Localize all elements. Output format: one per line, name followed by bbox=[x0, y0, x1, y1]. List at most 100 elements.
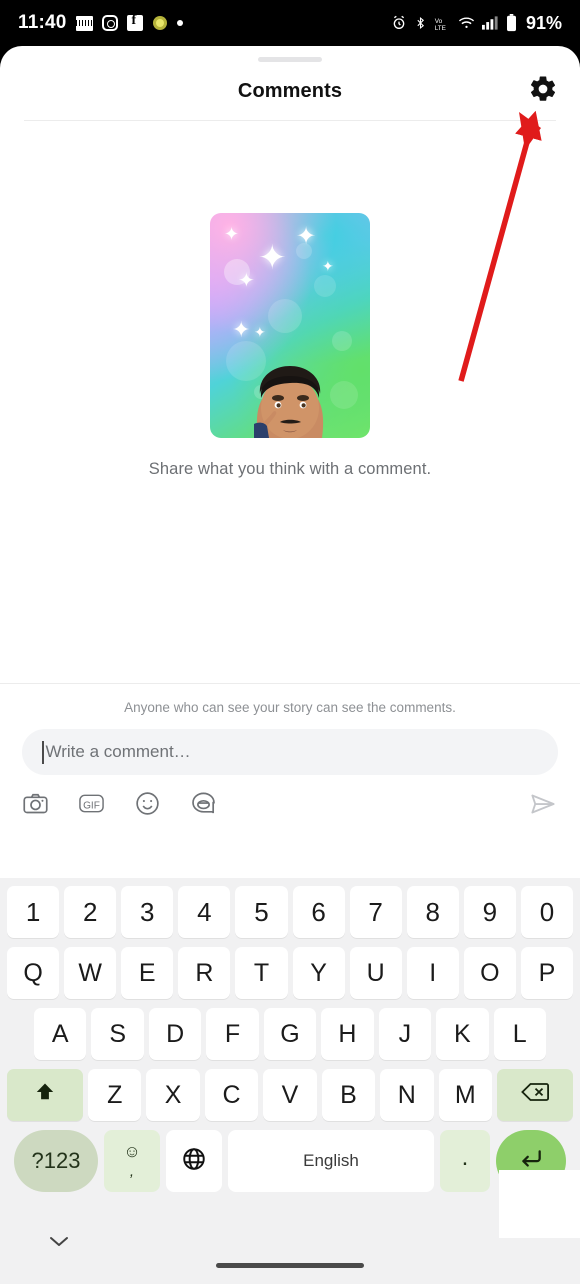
status-time: 11:40 bbox=[18, 12, 67, 33]
backspace-icon bbox=[520, 1080, 550, 1111]
keyboard-row-bottom: ?123 ☺ , English . bbox=[4, 1130, 576, 1192]
sticker-button[interactable] bbox=[188, 791, 218, 821]
comment-input[interactable]: Write a comment… bbox=[22, 729, 558, 775]
sparkle-icon: ✦ bbox=[232, 317, 251, 342]
symbols-key[interactable]: ?123 bbox=[14, 1130, 98, 1192]
comma-label: , bbox=[129, 1163, 135, 1180]
page-title: Comments bbox=[237, 79, 343, 102]
key-x[interactable]: X bbox=[146, 1069, 200, 1121]
camera-button[interactable] bbox=[20, 791, 50, 821]
key-o[interactable]: O bbox=[463, 947, 516, 999]
key-p[interactable]: P bbox=[520, 947, 573, 999]
key-6[interactable]: 6 bbox=[292, 886, 345, 938]
comment-composer: Anyone who can see your story can see th… bbox=[0, 683, 580, 876]
shift-icon bbox=[33, 1080, 57, 1111]
alarm-icon bbox=[391, 15, 407, 31]
comment-input-wrapper: Write a comment… bbox=[22, 729, 558, 775]
key-r[interactable]: R bbox=[178, 947, 231, 999]
key-k[interactable]: K bbox=[436, 1008, 489, 1060]
language-key[interactable] bbox=[166, 1130, 222, 1192]
sparkle-icon: ✦ bbox=[254, 324, 266, 340]
key-h[interactable]: H bbox=[321, 1008, 374, 1060]
key-2[interactable]: 2 bbox=[64, 886, 117, 938]
keyboard-row-digits: 1 2 3 4 5 6 7 8 9 0 bbox=[4, 886, 576, 938]
shift-key[interactable] bbox=[7, 1069, 84, 1121]
sparkle-icon: ✦ bbox=[296, 223, 317, 250]
key-8[interactable]: 8 bbox=[406, 886, 459, 938]
key-t[interactable]: T bbox=[235, 947, 288, 999]
key-m[interactable]: M bbox=[438, 1069, 492, 1121]
key-y[interactable]: Y bbox=[292, 947, 345, 999]
key-q[interactable]: Q bbox=[7, 947, 60, 999]
key-3[interactable]: 3 bbox=[121, 886, 174, 938]
key-5[interactable]: 5 bbox=[235, 886, 288, 938]
key-g[interactable]: G bbox=[263, 1008, 317, 1060]
key-f[interactable]: F bbox=[206, 1008, 259, 1060]
key-s[interactable]: S bbox=[91, 1008, 144, 1060]
sparkle-icon: ✦ bbox=[238, 270, 255, 292]
hide-keyboard-button[interactable] bbox=[44, 1232, 74, 1254]
sparkle-icon: ✦ bbox=[258, 239, 287, 277]
dot-icon bbox=[176, 20, 183, 26]
key-7[interactable]: 7 bbox=[349, 886, 402, 938]
key-l[interactable]: L bbox=[493, 1008, 546, 1060]
send-button[interactable] bbox=[526, 789, 560, 823]
text-caret bbox=[42, 740, 44, 764]
key-a[interactable]: A bbox=[34, 1008, 87, 1060]
status-bar-left: 11:40 bbox=[18, 12, 183, 34]
globe-icon bbox=[181, 1146, 207, 1177]
comments-sheet: Comments ✦ ✦ ✦ ✦ ✦ ✦ ✦ Share what you th… bbox=[0, 46, 580, 1284]
keyboard-row-asdf: A S D F G H J K L bbox=[4, 1008, 576, 1060]
privacy-note: Anyone who can see your story can see th… bbox=[124, 700, 456, 715]
key-9[interactable]: 9 bbox=[463, 886, 516, 938]
key-v[interactable]: V bbox=[263, 1069, 317, 1121]
emoji-smiley-icon: ☺ bbox=[123, 1142, 141, 1161]
key-u[interactable]: U bbox=[349, 947, 402, 999]
keyboard-row-qwerty: Q W E R T Y U I O P bbox=[4, 947, 576, 999]
key-4[interactable]: 4 bbox=[178, 886, 231, 938]
app-icon bbox=[152, 15, 168, 31]
key-b[interactable]: B bbox=[321, 1069, 376, 1121]
composer-toolbar: GIF bbox=[0, 775, 580, 823]
key-z[interactable]: Z bbox=[88, 1069, 142, 1121]
camera-icon bbox=[22, 790, 49, 822]
key-c[interactable]: C bbox=[204, 1069, 259, 1121]
svg-text:LTE: LTE bbox=[435, 24, 446, 30]
key-e[interactable]: E bbox=[121, 947, 174, 999]
sparkle-icon: ✦ bbox=[224, 224, 240, 244]
svg-text:GIF: GIF bbox=[83, 801, 100, 812]
settings-button[interactable] bbox=[526, 74, 560, 108]
sparkle-icon: ✦ bbox=[322, 258, 334, 274]
key-j[interactable]: J bbox=[378, 1008, 432, 1060]
backspace-key[interactable] bbox=[496, 1069, 573, 1121]
key-1[interactable]: 1 bbox=[7, 886, 60, 938]
key-n[interactable]: N bbox=[380, 1069, 434, 1121]
key-w[interactable]: W bbox=[64, 947, 117, 999]
volte-icon: Vo LTE bbox=[434, 16, 451, 30]
gif-button[interactable]: GIF bbox=[76, 791, 106, 821]
key-d[interactable]: D bbox=[148, 1008, 202, 1060]
period-key[interactable]: . bbox=[440, 1130, 490, 1192]
comment-input-placeholder: Write a comment… bbox=[45, 742, 191, 761]
battery-icon bbox=[506, 14, 517, 32]
screenshot-icon bbox=[75, 15, 93, 31]
empty-state-message: Share what you think with a comment. bbox=[148, 460, 432, 478]
home-indicator[interactable] bbox=[216, 1263, 364, 1268]
key-i[interactable]: I bbox=[406, 947, 459, 999]
sticker-icon bbox=[190, 790, 217, 822]
signal-icon bbox=[481, 16, 499, 30]
key-0[interactable]: 0 bbox=[520, 886, 573, 938]
emoji-icon bbox=[134, 790, 161, 822]
sheet-header: Comments bbox=[0, 62, 580, 120]
space-key[interactable]: English bbox=[228, 1130, 434, 1192]
emoji-button[interactable] bbox=[132, 791, 162, 821]
sparkle-avatar-card: ✦ ✦ ✦ ✦ ✦ ✦ ✦ bbox=[210, 213, 370, 438]
emoji-comma-key[interactable]: ☺ , bbox=[104, 1130, 160, 1192]
gif-icon: GIF bbox=[78, 790, 105, 822]
empty-state: ✦ ✦ ✦ ✦ ✦ ✦ ✦ Share what you think with … bbox=[0, 121, 580, 681]
keyboard-row-zxcv: Z X C V B N M bbox=[4, 1069, 576, 1121]
status-bar-right: Vo LTE 91% bbox=[391, 13, 562, 34]
svg-text:Vo: Vo bbox=[435, 17, 443, 24]
wifi-icon bbox=[458, 16, 475, 30]
gear-icon bbox=[528, 74, 558, 109]
